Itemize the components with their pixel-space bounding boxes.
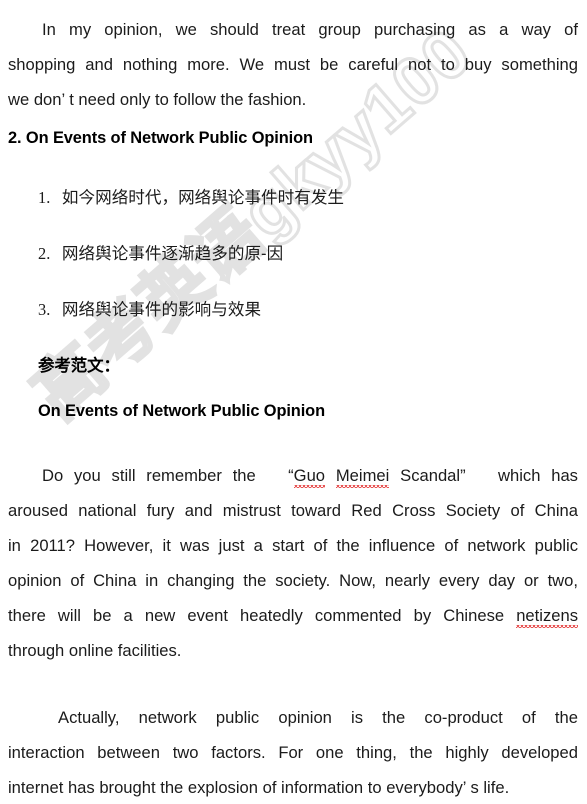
paragraph-line: through online facilities. xyxy=(8,641,182,660)
misspelled-word: netizens xyxy=(516,606,578,628)
close-quote: ” xyxy=(460,466,466,485)
line-text: Do you still remember the xyxy=(42,466,256,485)
outline-list-item-3: 3. 网络舆论事件的影响与效果 xyxy=(38,296,261,320)
misspelled-word: Meimei xyxy=(335,466,390,488)
list-item-number: 2. xyxy=(38,244,51,263)
essay-paragraph-one: Do you still remember the “Guo Meimei Sc… xyxy=(8,458,578,668)
paragraph-line: shopping and nothing more. We must be ca… xyxy=(8,55,578,74)
outline-list-item-2: 2. 网络舆论事件逐渐趋多的原-因 xyxy=(38,240,283,264)
paragraph-line: internet has brought the explosion of in… xyxy=(8,778,510,797)
paragraph-line: opinion of China in changing the society… xyxy=(8,571,578,590)
essay-title: On Events of Network Public Opinion xyxy=(38,402,326,420)
misspelled-word: Guo xyxy=(293,466,326,488)
line-text: Scandal xyxy=(400,466,461,485)
paragraph-line: aroused national fury and mistrust towar… xyxy=(8,501,578,520)
paragraph-line: interaction between two factors. For one… xyxy=(8,743,578,762)
list-item-number: 3. xyxy=(38,300,51,319)
list-item-text: 如今网络时代，网络舆论事件时有发生 xyxy=(61,188,345,207)
essay-paragraph-two: Actually, network public opinion is the … xyxy=(8,700,578,804)
list-item-text: 网络舆论事件逐渐趋多的原-因 xyxy=(61,244,284,263)
line-text: which has xyxy=(498,466,578,485)
paragraph-line: there will be a new event heatedly comme… xyxy=(8,598,578,633)
paragraph-line: in 2011? However, it was just a start of… xyxy=(8,536,578,555)
outline-list-item-1: 1. 如今网络时代，网络舆论事件时有发生 xyxy=(38,184,344,208)
section-heading: 2. On Events of Network Public Opinion xyxy=(8,129,313,147)
document-page: 高考英语gkyy100 In my opinion, we should tre… xyxy=(0,0,587,804)
list-item-text: 网络舆论事件的影响与效果 xyxy=(61,300,262,319)
paragraph-line: Do you still remember the “Guo Meimei Sc… xyxy=(8,458,578,493)
line-text: there will be a new event heatedly comme… xyxy=(8,606,505,625)
paragraph-line: Actually, network public opinion is the … xyxy=(58,708,578,727)
list-item-number: 1. xyxy=(38,188,51,207)
opinion-paragraph: In my opinion, we should treat group pur… xyxy=(8,12,578,117)
paragraph-line: In my opinion, we should treat group pur… xyxy=(42,20,578,39)
sample-essay-label: 参考范文： xyxy=(38,357,120,375)
open-quote: “ xyxy=(288,466,294,485)
paragraph-line: we don’ t need only to follow the fashio… xyxy=(8,90,307,109)
